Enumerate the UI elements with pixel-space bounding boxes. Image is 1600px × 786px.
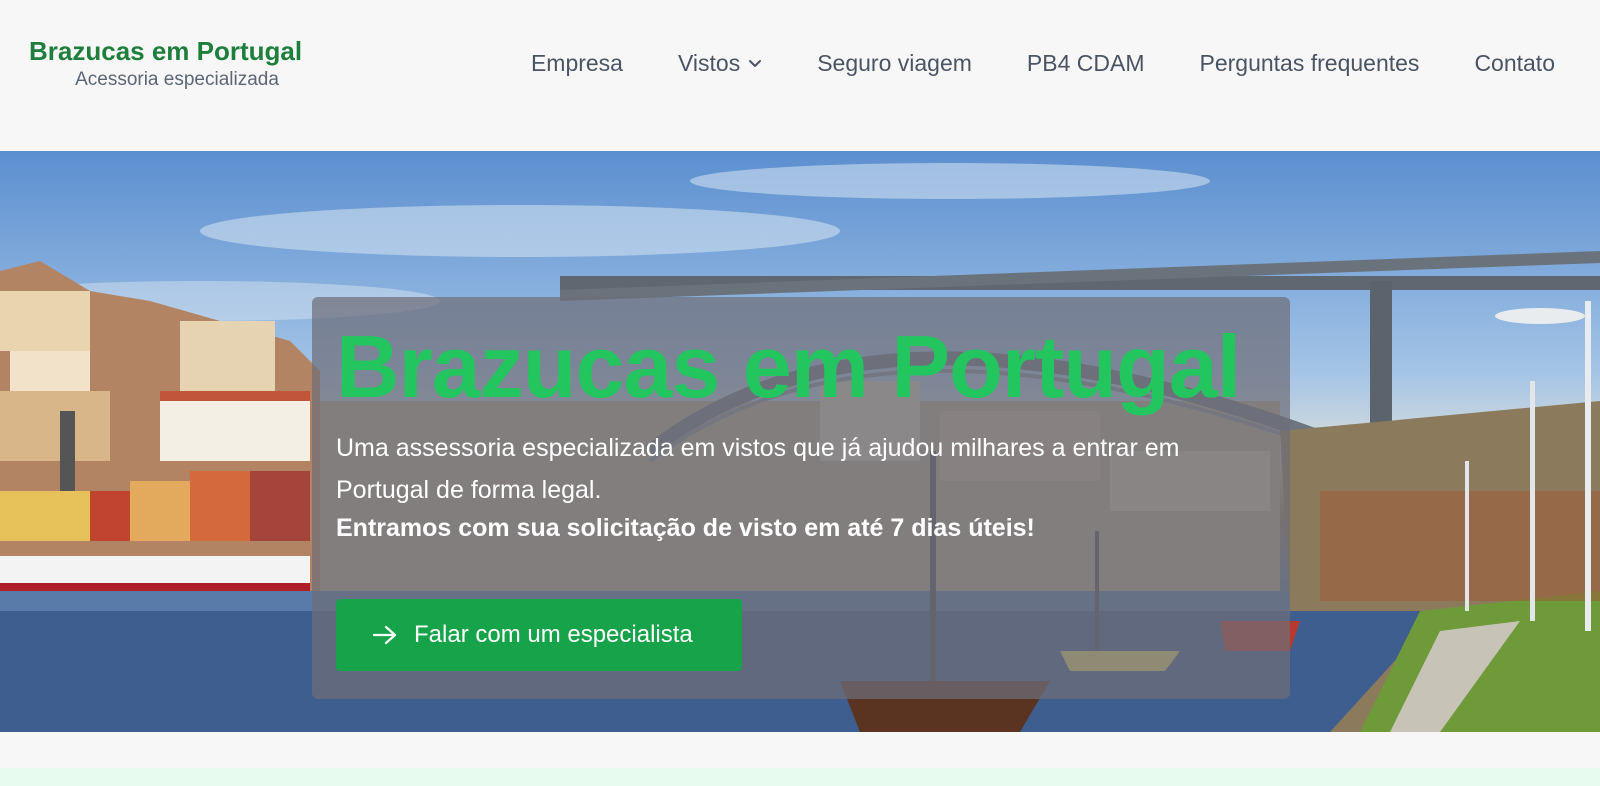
nav-item-contato[interactable]: Contato [1474,50,1555,77]
hero-description: Uma assessoria especializada em vistos q… [336,434,1180,504]
nav-item-perguntas-frequentes[interactable]: Perguntas frequentes [1200,50,1420,77]
nav-item-label: Seguro viagem [817,49,972,76]
nav-item-label: Perguntas frequentes [1199,49,1420,76]
site-header: Brazucas em Portugal Acessoria especiali… [0,0,1600,151]
hero-emphasis: Entramos com sua solicitação de visto em… [336,514,1035,542]
brand-tagline: Acessoria especializada [75,69,279,90]
next-section-band [0,768,1600,786]
nav-item-empresa[interactable]: Empresa [531,50,623,77]
chevron-down-icon [749,60,762,67]
hero-section: Brazucas em Portugal Uma assessoria espe… [0,151,1600,732]
brand-title: Brazucas em Portugal [29,36,303,66]
cta-label: Falar com um especialista [414,621,693,648]
brand-logo[interactable]: Brazucas em Portugal Acessoria especiali… [29,36,329,92]
main-nav: Empresa Vistos Seguro viagem PB4 CDAM Pe… [531,45,1555,81]
talk-to-specialist-button[interactable]: Falar com um especialista [336,599,742,671]
nav-item-label: Empresa [530,49,623,76]
hero-title: Brazucas em Portugal [336,317,1241,416]
nav-item-vistos[interactable]: Vistos [678,50,762,77]
nav-item-label: Contato [1474,49,1555,76]
nav-item-label: Vistos [677,49,741,76]
nav-item-pb4-cdam[interactable]: PB4 CDAM [1027,50,1145,77]
nav-item-seguro-viagem[interactable]: Seguro viagem [817,50,972,77]
hero-panel: Brazucas em Portugal Uma assessoria espe… [312,297,1290,699]
arrow-right-icon [372,625,397,645]
nav-item-label: PB4 CDAM [1026,49,1145,76]
